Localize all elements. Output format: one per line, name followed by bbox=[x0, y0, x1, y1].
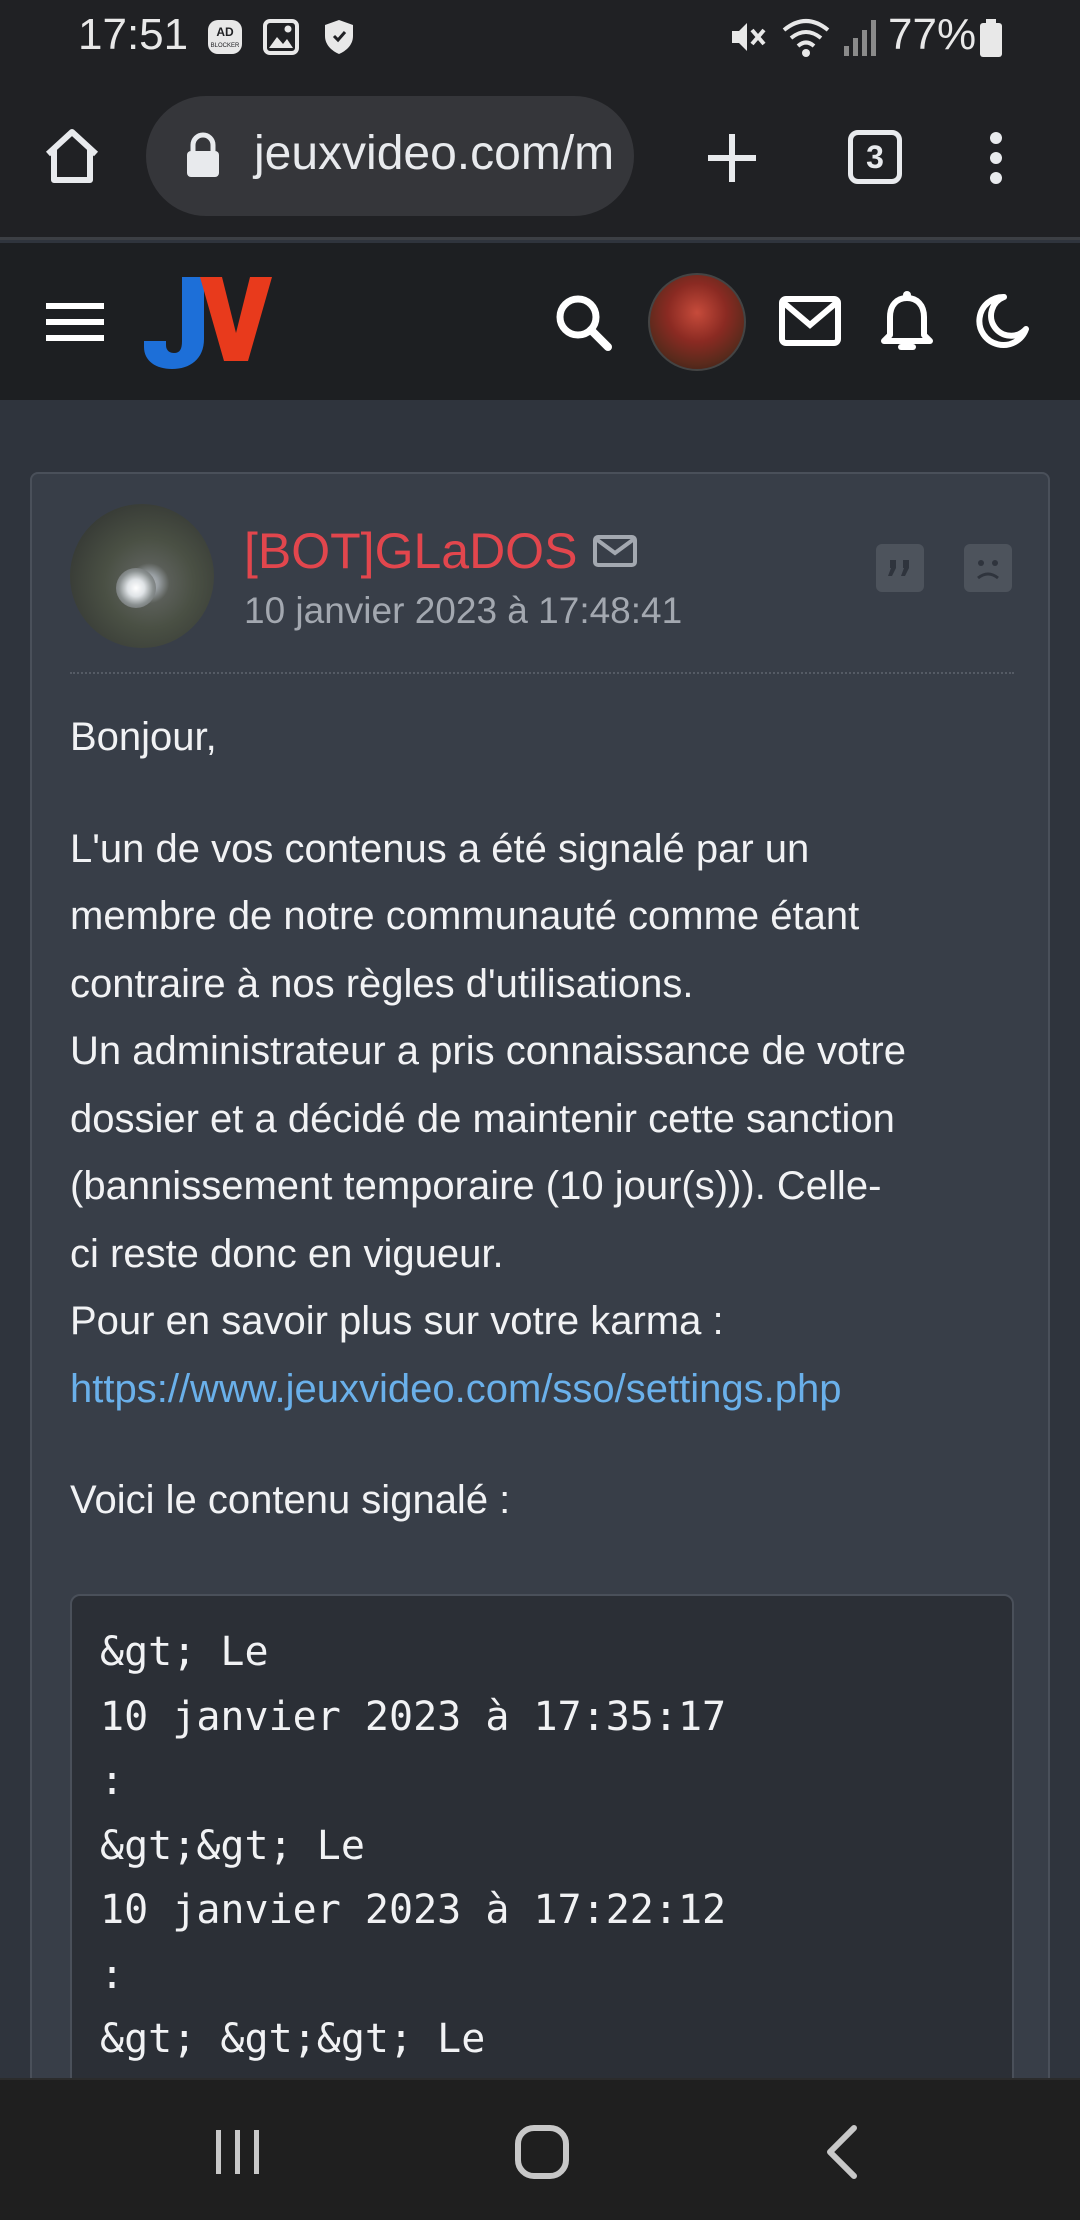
home-icon[interactable] bbox=[40, 124, 104, 188]
recent-apps-icon[interactable] bbox=[212, 2126, 264, 2178]
home-button-icon[interactable] bbox=[514, 2124, 570, 2180]
message-line: L'un de vos contenus a été signalé par u… bbox=[70, 826, 810, 871]
ad-blocker-icon: AD BLOCKER bbox=[208, 20, 242, 54]
reported-content-block: &gt; Le 10 janvier 2023 à 17:35:17 : &gt… bbox=[70, 1594, 1014, 2078]
back-icon[interactable] bbox=[822, 2124, 862, 2180]
browser-toolbar: jeuxvideo.com/m 3 bbox=[0, 72, 1080, 240]
author-avatar[interactable] bbox=[70, 504, 214, 648]
message-line: Pour en savoir plus sur votre karma : bbox=[70, 1299, 724, 1343]
wifi-icon bbox=[782, 19, 830, 57]
page-content: [BOT]GLaDOS 10 janvier 2023 à 17:48:41 B… bbox=[0, 400, 1080, 2078]
dark-mode-moon-icon[interactable] bbox=[974, 293, 1030, 349]
notifications-bell-icon[interactable] bbox=[880, 289, 934, 353]
new-tab-icon[interactable] bbox=[704, 130, 760, 186]
message-line: (bannissement temporaire (10 jour(s))). … bbox=[70, 1164, 882, 1208]
message-line: contraire à nos règles d'utilisations. bbox=[70, 961, 694, 1006]
tab-switcher-button[interactable]: 3 bbox=[848, 130, 902, 184]
post-date: 10 janvier 2023 à 17:48:41 bbox=[244, 590, 683, 631]
lock-icon bbox=[187, 132, 219, 177]
battery-percent: 77% bbox=[888, 10, 977, 59]
signal-icon bbox=[844, 20, 876, 56]
report-button[interactable] bbox=[964, 544, 1012, 592]
message-line: Un administrateur a pris connaissance de… bbox=[70, 1029, 906, 1073]
message-body: Bonjour, L'un de vos contenus a été sign… bbox=[70, 704, 1020, 1579]
message-line: dossier et a décidé de maintenir cette s… bbox=[70, 1096, 895, 1141]
sad-face-icon bbox=[977, 560, 999, 580]
system-navigation-bar bbox=[0, 2078, 1080, 2220]
jv-logo[interactable] bbox=[142, 273, 272, 373]
quote-button[interactable] bbox=[876, 544, 924, 592]
status-time: 17:51 bbox=[78, 10, 189, 59]
address-bar[interactable]: jeuxvideo.com/m bbox=[146, 96, 634, 216]
message-paragraph: L'un de vos contenus a été signalé par u… bbox=[70, 816, 1020, 1424]
avatar-eye bbox=[116, 568, 156, 608]
url-text: jeuxvideo.com/m bbox=[254, 127, 615, 180]
quoted-intro-text: Voici le contenu signalé : bbox=[70, 1478, 511, 1522]
message-card: [BOT]GLaDOS 10 janvier 2023 à 17:48:41 B… bbox=[30, 472, 1050, 2078]
reported-content-text: &gt; Le 10 janvier 2023 à 17:35:17 : &gt… bbox=[100, 1629, 727, 2062]
messages-icon[interactable] bbox=[778, 295, 842, 347]
status-bar: 17:51 AD BLOCKER 77% bbox=[0, 0, 1080, 72]
svg-text:AD: AD bbox=[216, 25, 234, 39]
battery-icon bbox=[980, 19, 1002, 57]
quote-icon bbox=[888, 560, 909, 576]
author-name[interactable]: [BOT]GLaDOS bbox=[244, 522, 577, 580]
hamburger-menu-icon[interactable] bbox=[46, 301, 104, 343]
user-avatar[interactable] bbox=[648, 273, 746, 371]
karma-settings-link[interactable]: https://www.jeuxvideo.com/sso/settings.p… bbox=[70, 1367, 841, 1411]
header-separator bbox=[70, 672, 1014, 674]
mute-icon bbox=[732, 23, 766, 51]
svg-text:BLOCKER: BLOCKER bbox=[211, 43, 240, 49]
image-icon bbox=[263, 19, 299, 55]
site-header bbox=[0, 243, 1080, 400]
greeting-text: Bonjour, bbox=[70, 715, 217, 759]
search-icon[interactable] bbox=[554, 293, 612, 351]
shield-icon bbox=[325, 20, 353, 54]
message-line: ci reste donc en vigueur. bbox=[70, 1231, 504, 1276]
send-message-icon[interactable] bbox=[592, 534, 638, 568]
more-menu-icon[interactable] bbox=[986, 130, 1006, 186]
message-line: membre de notre communauté comme étant bbox=[70, 894, 860, 938]
